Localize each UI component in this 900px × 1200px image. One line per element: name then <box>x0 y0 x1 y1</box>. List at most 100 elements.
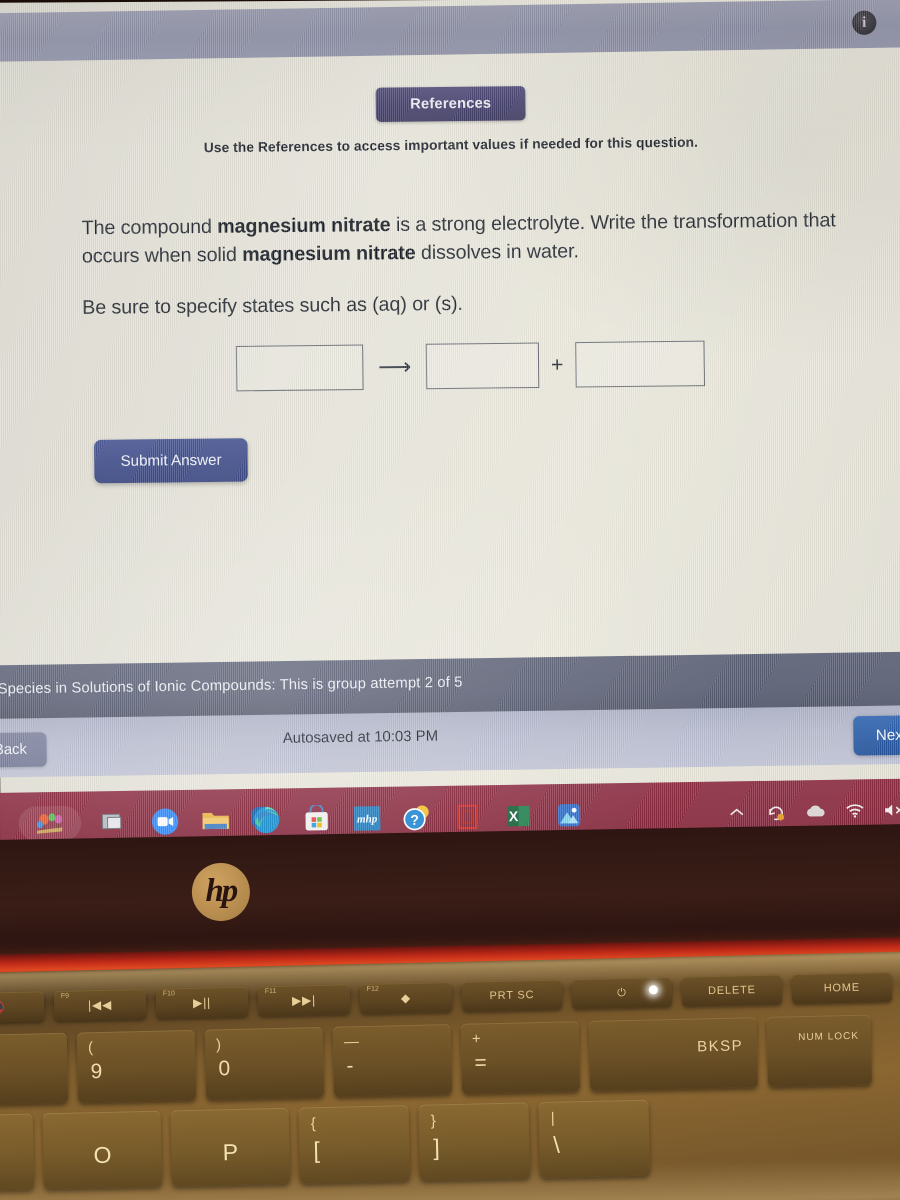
navigation-bar: Back Autosaved at 10:03 PM Next <box>0 705 900 778</box>
key-equals-upper: + <box>471 1030 481 1048</box>
submit-answer-button[interactable]: Submit Answer <box>94 438 249 484</box>
keyboard-deck: F8 🔇 F9 |◀◀ F10 ▶|| F11 ▶▶| F12 ◆ PRT SC <box>0 951 900 1200</box>
key-9[interactable]: ( 9 <box>76 1029 197 1103</box>
states-instruction: Be sure to specify states such as (aq) o… <box>82 292 463 319</box>
key-f8[interactable]: F8 🔇 <box>0 991 45 1024</box>
key-minus[interactable]: — - <box>332 1024 453 1097</box>
key-f11[interactable]: F11 ▶▶| <box>257 984 351 1017</box>
svg-text:mhp: mhp <box>357 813 378 825</box>
update-sync-icon[interactable] <box>765 801 788 824</box>
start-button-icon[interactable] <box>18 805 82 842</box>
microsoft-store-icon[interactable] <box>299 802 334 837</box>
key-bracket-left-lower: [ <box>313 1137 321 1164</box>
product-input-2[interactable] <box>575 340 705 388</box>
references-area: References <box>0 84 900 124</box>
microsoft-edge-icon[interactable] <box>249 803 284 838</box>
microsoft-excel-icon[interactable]: X <box>501 799 536 834</box>
key-0[interactable]: ) 0 <box>204 1026 325 1100</box>
key-delete[interactable]: DELETE <box>681 974 783 1007</box>
question-text: The compound magnesium nitrate is a stro… <box>82 206 860 272</box>
reactant-input[interactable] <box>235 344 364 392</box>
autosave-status: Autosaved at 10:03 PM <box>282 728 439 747</box>
key-backslash-upper: | <box>550 1109 555 1127</box>
question-part-1: The compound <box>81 215 218 240</box>
key-0-lower: 0 <box>218 1057 231 1081</box>
key-delete-label: DELETE <box>707 984 756 998</box>
key-num-lock[interactable]: NUM LOCK <box>766 1014 873 1087</box>
task-view-icon[interactable] <box>97 805 132 840</box>
power-led-indicator <box>648 985 658 995</box>
key-bracket-right-upper: } <box>430 1112 436 1130</box>
key-f9[interactable]: F9 |◀◀ <box>53 988 147 1022</box>
zoom-app-icon[interactable] <box>148 804 183 839</box>
next-track-icon: ▶▶| <box>291 993 317 1008</box>
key-f10[interactable]: F10 ▶|| <box>155 986 249 1019</box>
key-equals[interactable]: + = <box>460 1021 581 1094</box>
svg-text:?: ? <box>410 812 419 828</box>
question-content: References Use the References to access … <box>0 56 900 657</box>
key-power[interactable]: ⏻ <box>571 976 673 1010</box>
key-minus-lower: - <box>346 1054 354 1078</box>
product-input-1[interactable] <box>425 342 540 390</box>
key-i[interactable]: I <box>0 1113 35 1193</box>
key-f11-label: F11 <box>264 987 277 996</box>
display-switch-icon: ◆ <box>400 990 412 1006</box>
help-icon[interactable]: ? <box>400 800 435 835</box>
next-button[interactable]: Next <box>853 714 900 756</box>
key-f12[interactable]: F12 ◆ <box>359 981 453 1015</box>
key-num-lock-label: NUM LOCK <box>798 1030 860 1044</box>
key-backspace[interactable]: BKSP <box>588 1017 759 1091</box>
key-minus-upper: — <box>343 1033 360 1051</box>
key-f12-label: F12 <box>366 985 379 993</box>
references-button[interactable]: References <box>375 86 526 123</box>
key-9-lower: 9 <box>90 1059 103 1084</box>
key-backslash[interactable]: | \ <box>538 1099 651 1179</box>
compound-name-1: magnesium nitrate <box>217 213 391 238</box>
key-equals-lower: = <box>474 1051 487 1075</box>
onedrive-icon[interactable] <box>804 800 827 823</box>
laptop-photo: i References Use the References to acces… <box>0 0 900 1200</box>
key-bracket-left[interactable]: { [ <box>298 1104 411 1184</box>
attempt-label: Species in Solutions of Ionic Compounds:… <box>0 674 463 698</box>
show-hidden-icons-icon[interactable] <box>725 801 748 824</box>
adobe-acrobat-icon[interactable] <box>451 799 486 834</box>
play-pause-icon: ▶|| <box>192 995 212 1010</box>
key-f10-label: F10 <box>162 990 175 998</box>
photos-app-icon[interactable] <box>552 798 587 833</box>
key-8[interactable]: * 8 <box>0 1032 69 1106</box>
hp-logo: hp <box>191 863 250 922</box>
key-print-screen[interactable]: PRT SC <box>461 979 563 1012</box>
key-o[interactable]: O <box>42 1110 163 1190</box>
references-note: Use the References to access important v… <box>203 134 699 156</box>
key-backslash-lower: \ <box>553 1131 561 1158</box>
my-hp-icon[interactable]: mhp <box>350 801 385 836</box>
file-explorer-icon[interactable] <box>198 803 233 838</box>
key-p[interactable]: P <box>170 1107 291 1187</box>
system-tray <box>725 799 900 824</box>
laptop-screen: i References Use the References to acces… <box>0 0 900 856</box>
key-home-label: HOME <box>823 981 861 995</box>
key-bracket-right-lower: ] <box>433 1134 441 1161</box>
mute-icon: 🔇 <box>0 1000 7 1015</box>
key-f9-label: F9 <box>60 992 70 1000</box>
key-o-label: O <box>93 1141 112 1169</box>
volume-muted-icon[interactable] <box>883 799 900 822</box>
info-icon[interactable]: i <box>852 10 877 35</box>
key-bracket-right[interactable]: } ] <box>418 1102 531 1181</box>
hp-logo-text: hp <box>205 872 237 909</box>
number-key-row: * 8 ( 9 ) 0 — - + = BKSP NUM <box>0 1014 873 1106</box>
reaction-arrow-icon: ⟶ <box>377 353 412 380</box>
equation-row: ⟶ + <box>235 340 705 392</box>
key-backspace-label: BKSP <box>696 1037 744 1056</box>
previous-track-icon: |◀◀ <box>87 997 113 1013</box>
key-home[interactable]: HOME <box>791 971 893 1005</box>
compound-name-2: magnesium nitrate <box>242 242 416 267</box>
power-icon: ⏻ <box>617 986 627 999</box>
key-print-screen-label: PRT SC <box>489 989 535 1003</box>
plus-symbol: + <box>550 353 564 377</box>
svg-text:X: X <box>509 808 519 824</box>
wifi-icon[interactable] <box>844 800 867 823</box>
key-9-upper: ( <box>87 1039 94 1057</box>
back-button[interactable]: Back <box>0 732 48 768</box>
key-p-label: P <box>222 1138 239 1166</box>
